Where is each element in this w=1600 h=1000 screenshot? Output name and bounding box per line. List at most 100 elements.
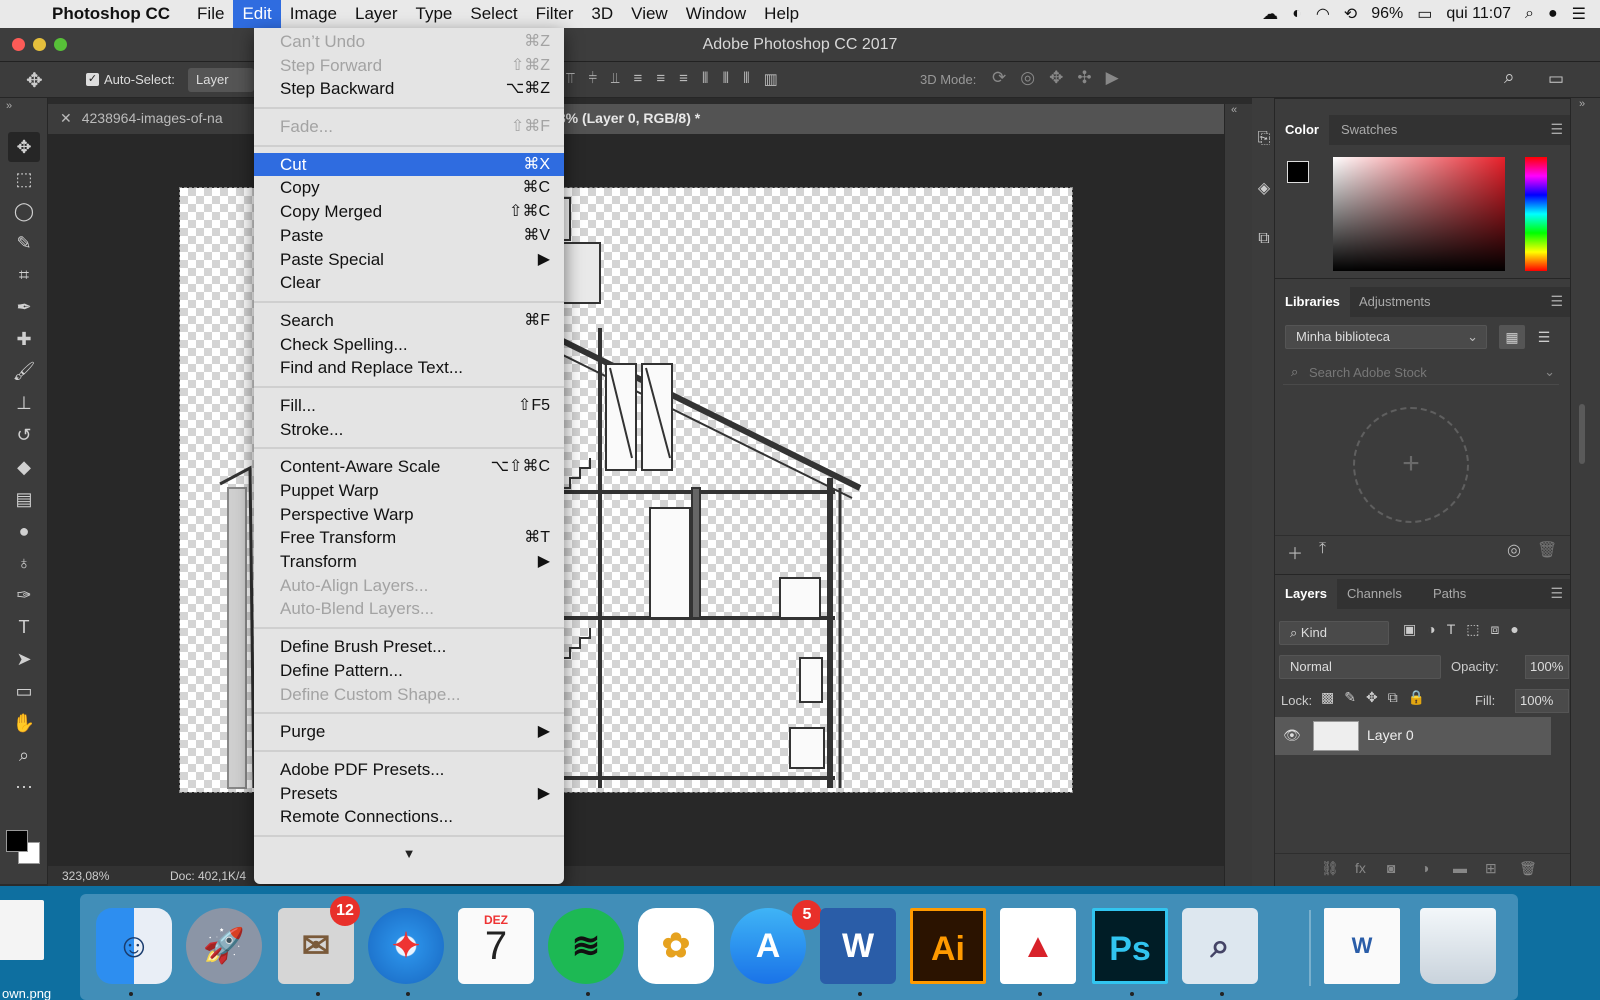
pixel-filter-icon[interactable]: ▣ [1403, 621, 1416, 638]
menu-image[interactable]: Image [281, 0, 346, 28]
safari-icon[interactable]: ✦ [368, 908, 444, 984]
menu-item-check-spelling[interactable]: Check Spelling... [254, 333, 564, 357]
menu-window[interactable]: Window [677, 0, 755, 28]
marquee-tool-icon[interactable]: ⬚ [8, 164, 40, 194]
menu-layer[interactable]: Layer [346, 0, 407, 28]
photos-icon[interactable]: ✿ [638, 908, 714, 984]
lock-transparency-icon[interactable]: ▩ [1321, 689, 1334, 706]
color-field[interactable] [1333, 157, 1505, 271]
tab-libraries[interactable]: Libraries [1275, 287, 1350, 317]
zoom-tool-icon[interactable]: ⌕ [8, 740, 40, 770]
launchpad-icon[interactable]: 🚀 [186, 908, 262, 984]
workspace-switcher-icon[interactable]: ▭ [1548, 69, 1564, 89]
quick-selection-tool-icon[interactable]: ✎ [8, 228, 40, 258]
tab-channels[interactable]: Channels [1337, 579, 1412, 609]
clock[interactable]: qui 11:07 [1446, 5, 1511, 23]
menu-select[interactable]: Select [461, 0, 526, 28]
add-mask-icon[interactable]: ◙ [1387, 860, 1395, 876]
menu-item-copy-merged[interactable]: Copy Merged ⇧⌘C [254, 200, 564, 224]
siri-icon[interactable]: ● [1548, 5, 1558, 23]
menu-item-define-pattern[interactable]: Define Pattern... [254, 659, 564, 683]
menu-item-remote-connections[interactable]: Remote Connections... [254, 805, 564, 829]
menu-item-search[interactable]: Search ⌘F [254, 309, 564, 333]
foreground-color-chip[interactable] [1287, 161, 1309, 183]
menu-item-find-and-replace-text[interactable]: Find and Replace Text... [254, 356, 564, 380]
zoom-level[interactable]: 323,08% [62, 869, 109, 883]
menu-help[interactable]: Help [755, 0, 808, 28]
adobe-stock-search[interactable]: ⌕ Search Adobe Stock ⌄ [1283, 361, 1559, 385]
tab-adjustments[interactable]: Adjustments [1349, 287, 1441, 317]
battery-icon[interactable]: ▭ [1417, 4, 1432, 24]
panel-menu-icon[interactable]: ☰ [1550, 293, 1563, 310]
panel-menu-icon[interactable]: ☰ [1550, 585, 1563, 602]
menu-item-free-transform[interactable]: Free Transform ⌘T [254, 526, 564, 550]
visibility-eye-icon[interactable]: 👁 [1283, 727, 1301, 744]
menu-item-content-aware-scale[interactable]: Content-Aware Scale ⌥⇧⌘C [254, 455, 564, 479]
menu-item-perspective-warp[interactable]: Perspective Warp [254, 503, 564, 527]
upload-icon[interactable]: ⤒ [1319, 540, 1326, 558]
trash-icon[interactable]: 🗑 [1537, 540, 1557, 560]
list-view-icon[interactable]: ☰ [1531, 325, 1557, 349]
lock-all-icon[interactable]: 🔒 [1408, 689, 1425, 706]
tab-color[interactable]: Color [1275, 115, 1329, 145]
menu-view[interactable]: View [622, 0, 677, 28]
document-tab-1[interactable]: ✕ 4238964-images-of-na [48, 104, 254, 134]
3d-panel-icon[interactable]: ◈ [1253, 174, 1275, 204]
3d-orbit-icon[interactable]: ⟳ [992, 68, 1006, 88]
align-top-edges-icon[interactable]: ⫪ [566, 70, 574, 88]
trash-icon[interactable] [1420, 908, 1496, 984]
grid-view-icon[interactable]: ▦ [1499, 325, 1525, 349]
preview-icon[interactable]: ⌕ [1182, 908, 1258, 984]
path-selection-tool-icon[interactable]: ➤ [8, 644, 40, 674]
new-layer-icon[interactable]: ⊞ [1485, 860, 1497, 877]
opacity-input[interactable]: 100% [1525, 655, 1569, 679]
filter-toggle-icon[interactable]: ● [1510, 621, 1518, 638]
menu-item-step-backward[interactable]: Step Backward ⌥⌘Z [254, 77, 564, 101]
layer-name[interactable]: Layer 0 [1367, 727, 1414, 743]
auto-select-target-dropdown[interactable]: Layer [188, 68, 254, 92]
panel-menu-icon[interactable]: ☰ [1550, 121, 1563, 138]
auto-align-icon[interactable]: ▥ [764, 70, 778, 88]
menu-type[interactable]: Type [407, 0, 462, 28]
illustrator-icon[interactable]: Ai [910, 908, 986, 984]
app-menu[interactable]: Photoshop CC [52, 4, 170, 24]
spotify-icon[interactable]: ≋ [548, 908, 624, 984]
adjustment-layer-icon[interactable]: ◑ [1421, 860, 1429, 876]
doc-size-info[interactable]: Doc: 402,1K/4 [170, 869, 246, 883]
menu-file[interactable]: File [188, 0, 233, 28]
distribute-top-icon[interactable]: ≡ [634, 70, 643, 88]
tab-paths[interactable]: Paths [1423, 579, 1476, 609]
dodge-tool-icon[interactable]: ♁ [8, 548, 40, 578]
blend-mode-dropdown[interactable]: Normal [1279, 655, 1441, 679]
fill-input[interactable]: 100% [1515, 689, 1569, 713]
sync-icon[interactable]: ◐ [1292, 5, 1302, 23]
distribute-right-icon[interactable]: ⦀ [743, 70, 750, 88]
layer-row[interactable]: 👁 Layer 0 [1275, 717, 1551, 755]
menu-item-presets[interactable]: Presets ▶ [254, 782, 564, 806]
word-document-thumbnail[interactable]: W [1324, 908, 1400, 984]
hue-slider[interactable] [1525, 157, 1547, 271]
eraser-tool-icon[interactable]: ◆ [8, 452, 40, 482]
spotlight-search-icon[interactable]: ⌕ [1525, 5, 1534, 23]
menu-item-stroke[interactable]: Stroke... [254, 418, 564, 442]
hand-tool-icon[interactable]: ✋ [8, 708, 40, 738]
tab-layers[interactable]: Layers [1275, 579, 1337, 609]
menu-item-transform[interactable]: Transform ▶ [254, 550, 564, 574]
notification-center-icon[interactable]: ☰ [1572, 4, 1586, 24]
dock-file-thumbnail[interactable] [0, 900, 44, 960]
finder-icon[interactable]: ☺ [96, 908, 172, 984]
shape-filter-icon[interactable]: ⬚ [1466, 621, 1479, 638]
expand-panels-icon[interactable]: » [1579, 98, 1585, 110]
time-machine-icon[interactable]: ⟲ [1344, 4, 1357, 24]
link-layers-icon[interactable]: ⛓ [1321, 860, 1339, 877]
chevron-down-icon[interactable]: ⌄ [1544, 364, 1555, 380]
lock-artboard-icon[interactable]: ⧉ [1388, 689, 1398, 706]
delete-layer-icon[interactable]: 🗑 [1519, 860, 1537, 877]
rectangle-tool-icon[interactable]: ▭ [8, 676, 40, 706]
menu-item-define-brush-preset[interactable]: Define Brush Preset... [254, 635, 564, 659]
distribute-hcenter-icon[interactable]: ⦀ [722, 70, 729, 88]
creative-cloud-icon[interactable]: ☁ [1262, 4, 1278, 24]
blur-tool-icon[interactable]: ● [8, 516, 40, 546]
calendar-icon[interactable]: DEZ 7 [458, 908, 534, 984]
new-group-icon[interactable]: ▬ [1453, 860, 1467, 876]
